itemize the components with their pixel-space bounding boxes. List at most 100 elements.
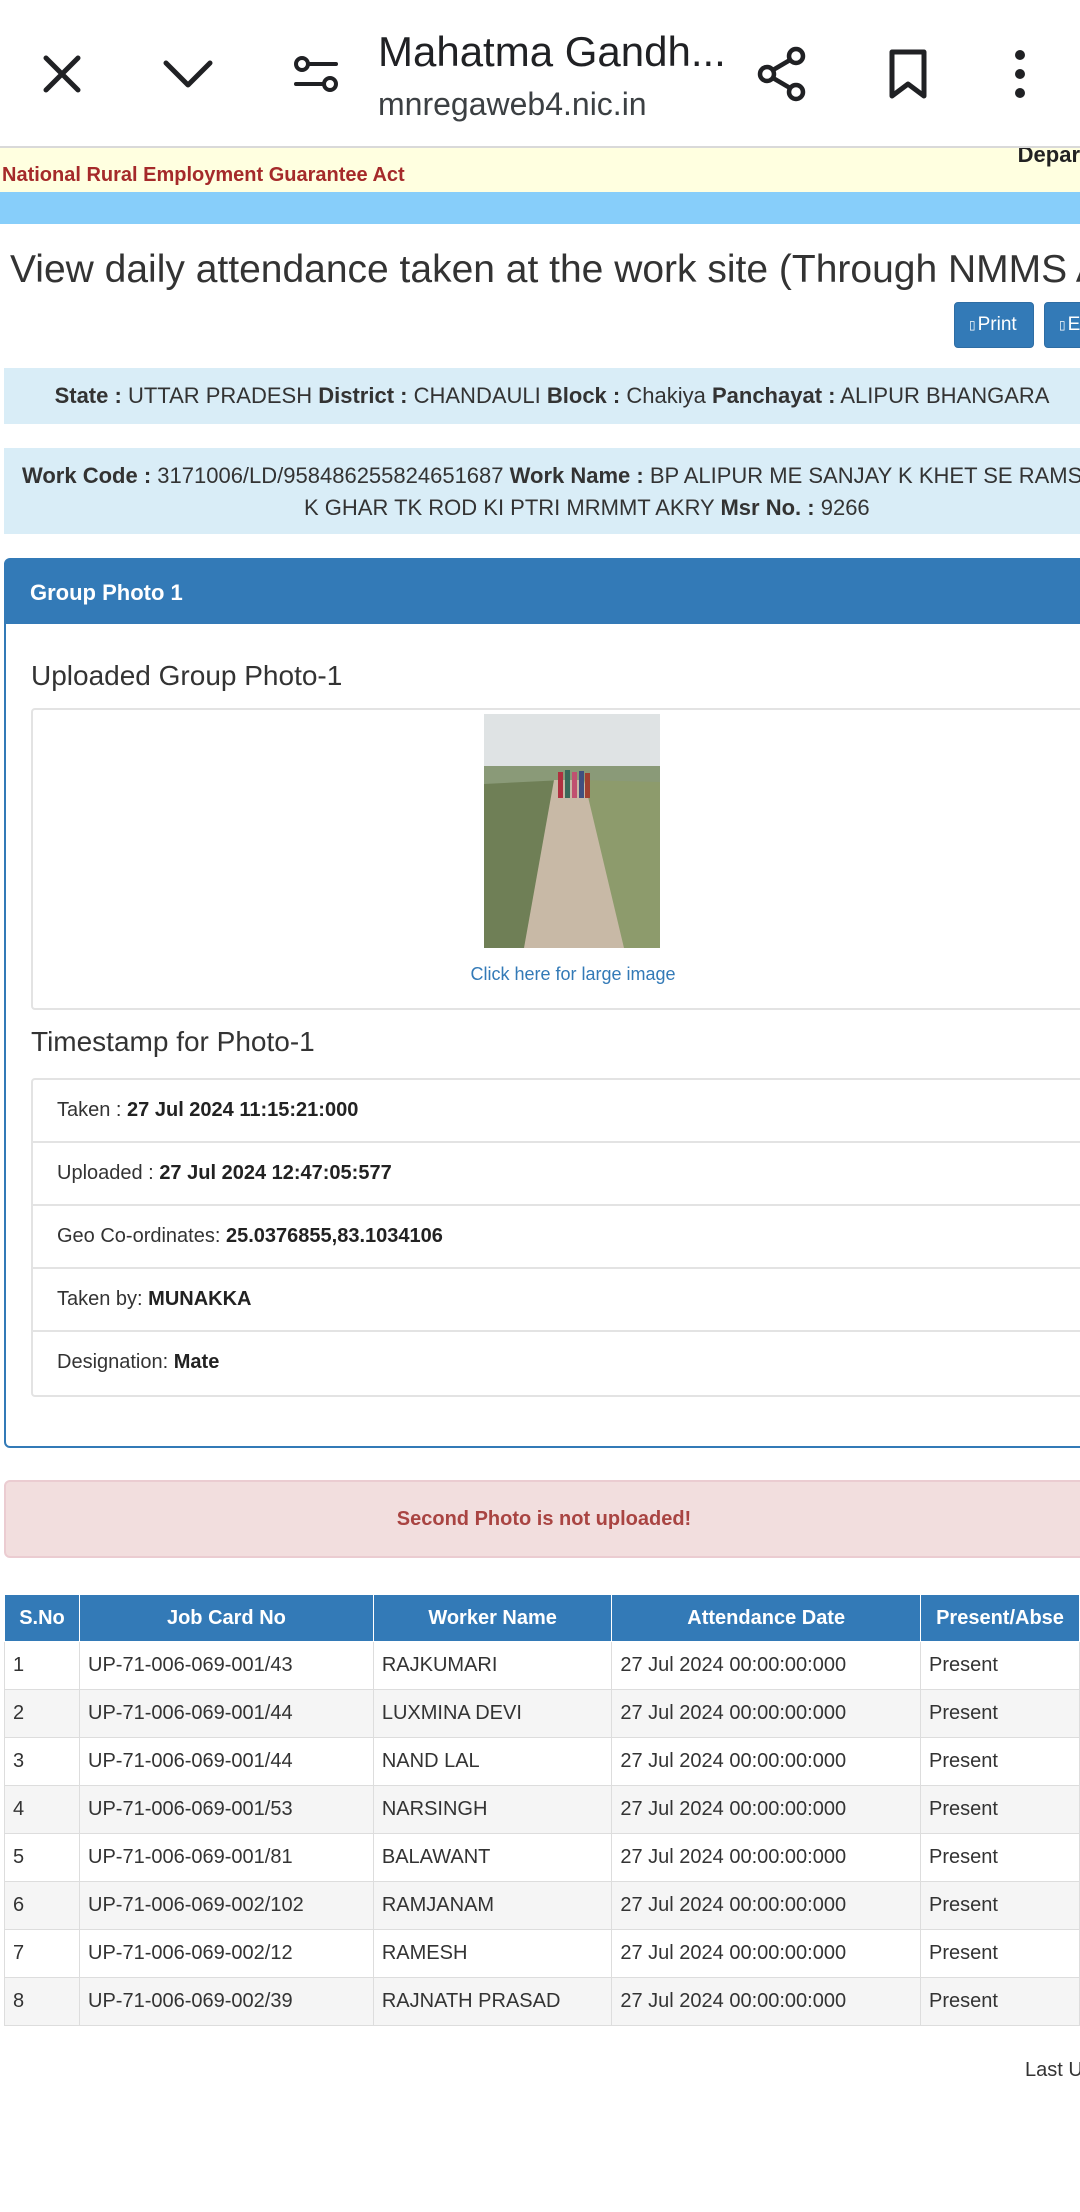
state-label: State :	[54, 383, 122, 408]
column-header: Job Card No	[79, 1594, 374, 1642]
table-cell: Present	[920, 1977, 1080, 2026]
table-cell: UP-71-006-069-002/12	[79, 1929, 374, 1978]
timestamp-title: Timestamp for Photo-1	[31, 1026, 315, 1057]
block-label: Block :	[546, 383, 621, 408]
table-cell: Present	[920, 1689, 1080, 1738]
table-cell: 27 Jul 2024 00:00:00:000	[611, 1641, 922, 1690]
site-settings-icon[interactable]	[276, 34, 356, 114]
group-photo-thumbnail[interactable]	[484, 714, 660, 948]
table-cell: 6	[4, 1881, 80, 1930]
table-cell: 7	[4, 1929, 80, 1978]
table-row: 2 UP-71-006-069-001/44 LUXMINA DEVI 27 Jul …	[4, 1689, 1080, 1738]
more-vert-icon[interactable]	[980, 34, 1060, 114]
district-value: CHANDAULI	[413, 383, 541, 408]
work-info: Work Code : 3171006/LD/95848625582465168…	[4, 448, 1080, 534]
panchayat-value: ALIPUR BHANGARA	[840, 383, 1050, 408]
column-header: Attendance Date	[611, 1594, 922, 1642]
page-title[interactable]: Mahatma Gandh...	[378, 28, 728, 76]
taken-by-row: Taken by: MUNAKKA	[33, 1269, 1080, 1332]
table-cell: Present	[920, 1785, 1080, 1834]
taken-by-value: MUNAKKA	[148, 1288, 252, 1310]
table-row: 7 UP-71-006-069-002/12 RAMESH 27 Jul 2024 0…	[4, 1929, 1080, 1978]
work-code-label: Work Code :	[22, 463, 152, 488]
table-cell: Present	[920, 1833, 1080, 1882]
export-button[interactable]: ▯ E	[1044, 302, 1080, 348]
table-cell: 2	[4, 1689, 80, 1738]
designation-value: Mate	[173, 1351, 220, 1373]
close-icon[interactable]	[22, 34, 102, 114]
page-url[interactable]: mnregaweb4.nic.in	[378, 86, 647, 123]
table-cell: Present	[920, 1737, 1080, 1786]
report-heading: View daily attendance taken at the work …	[10, 248, 1080, 291]
geo-value: 25.0376855,83.1034106	[225, 1225, 443, 1247]
export-icon: ▯	[1059, 318, 1066, 332]
column-header: Worker Name	[372, 1594, 613, 1642]
table-cell: LUXMINA DEVI	[372, 1689, 613, 1738]
print-button[interactable]: ▯ Print	[954, 302, 1034, 348]
table-cell: RAMESH	[372, 1929, 613, 1978]
uploaded-row: Uploaded : 27 Jul 2024 12:47:05:577	[33, 1143, 1080, 1206]
work-name-line2: K GHAR TK ROD KI PTRI MRMMT AKRY	[304, 495, 715, 520]
table-cell: RAMJANAM	[372, 1881, 613, 1930]
table-cell: 4	[4, 1785, 80, 1834]
table-cell: UP-71-006-069-002/102	[79, 1881, 374, 1930]
work-code-value: 3171006/LD/958486255824651687	[157, 463, 504, 488]
chevron-down-icon[interactable]	[148, 34, 228, 114]
print-button-label: Print	[977, 314, 1017, 335]
table-cell: Present	[920, 1641, 1080, 1690]
table-row: 4 UP-71-006-069-001/53 NARSINGH 27 Jul 2024…	[4, 1785, 1080, 1834]
export-button-label: E	[1067, 314, 1080, 335]
table-cell: UP-71-006-069-001/53	[79, 1785, 374, 1834]
taken-row: Taken : 27 Jul 2024 11:15:21:000	[33, 1080, 1080, 1143]
large-image-link[interactable]: Click here for large image	[33, 964, 1080, 985]
table-cell: 27 Jul 2024 00:00:00:000	[611, 1737, 922, 1786]
msr-value: 9266	[820, 495, 870, 520]
timestamp-list: Taken : 27 Jul 2024 11:15:21:000 Uploade…	[31, 1078, 1080, 1397]
last-updated-text: Last U	[1025, 2059, 1080, 2081]
designation-row: Designation: Mate	[33, 1332, 1080, 1395]
district-label: District :	[318, 383, 408, 408]
menu-bar	[0, 192, 1080, 224]
table-row: 3 UP-71-006-069-001/44 NAND LAL 27 Jul 2024…	[4, 1737, 1080, 1786]
bookmark-icon[interactable]	[868, 34, 948, 114]
taken-by-label: Taken by:	[57, 1288, 143, 1310]
second-photo-alert: Second Photo is not uploaded!	[4, 1480, 1080, 1558]
table-cell: 27 Jul 2024 00:00:00:000	[611, 1929, 922, 1978]
table-header-row: S.No Job Card No Worker Name Attendance …	[4, 1594, 1080, 1642]
table-cell: 27 Jul 2024 00:00:00:000	[611, 1977, 922, 2026]
table-cell: RAJKUMARI	[372, 1641, 613, 1690]
table-cell: RAJNATH PRASAD	[372, 1977, 613, 2026]
table-cell: 5	[4, 1833, 80, 1882]
taken-label: Taken :	[57, 1099, 122, 1121]
geo-row: Geo Co-ordinates: 25.0376855,83.1034106	[33, 1206, 1080, 1269]
msr-label: Msr No. :	[720, 495, 815, 520]
location-info: State : UTTAR PRADESH District : CHANDAU…	[4, 368, 1080, 424]
table-row: 6 UP-71-006-069-002/102 RAMJANAM 27 Jul 202…	[4, 1881, 1080, 1930]
taken-value: 27 Jul 2024 11:15:21:000	[127, 1099, 359, 1121]
state-value: UTTAR PRADESH	[127, 383, 313, 408]
table-cell: UP-71-006-069-001/43	[79, 1641, 374, 1690]
browser-top-bar: Mahatma Gandh... mnregaweb4.nic.in	[0, 0, 1080, 148]
table-cell: UP-71-006-069-001/44	[79, 1689, 374, 1738]
table-cell: NARSINGH	[372, 1785, 613, 1834]
work-name-label: Work Name :	[509, 463, 644, 488]
panchayat-label: Panchayat :	[711, 383, 836, 408]
table-cell: 27 Jul 2024 00:00:00:000	[611, 1881, 922, 1930]
table-cell: 1	[4, 1641, 80, 1690]
act-title: National Rural Employment Guarantee Act	[2, 164, 405, 186]
table-cell: UP-71-006-069-002/39	[79, 1977, 374, 2026]
table-cell: 8	[4, 1977, 80, 2026]
table-cell: Present	[920, 1881, 1080, 1930]
table-cell: 27 Jul 2024 00:00:00:000	[611, 1833, 922, 1882]
table-cell: NAND LAL	[372, 1737, 613, 1786]
page-content: Depar National Rural Employment Guarante…	[0, 148, 1080, 2212]
photo-container: Click here for large image	[31, 708, 1080, 1010]
table-cell: UP-71-006-069-001/44	[79, 1737, 374, 1786]
work-name-line1: BP ALIPUR ME SANJAY K KHET SE RAMSING	[649, 463, 1080, 488]
column-header: S.No	[4, 1594, 80, 1642]
uploaded-value: 27 Jul 2024 12:47:05:577	[159, 1162, 392, 1184]
panel-heading: Group Photo 1	[6, 560, 1080, 624]
share-icon[interactable]	[742, 34, 822, 114]
table-cell: UP-71-006-069-001/81	[79, 1833, 374, 1882]
uploaded-photo-title: Uploaded Group Photo-1	[31, 660, 343, 691]
